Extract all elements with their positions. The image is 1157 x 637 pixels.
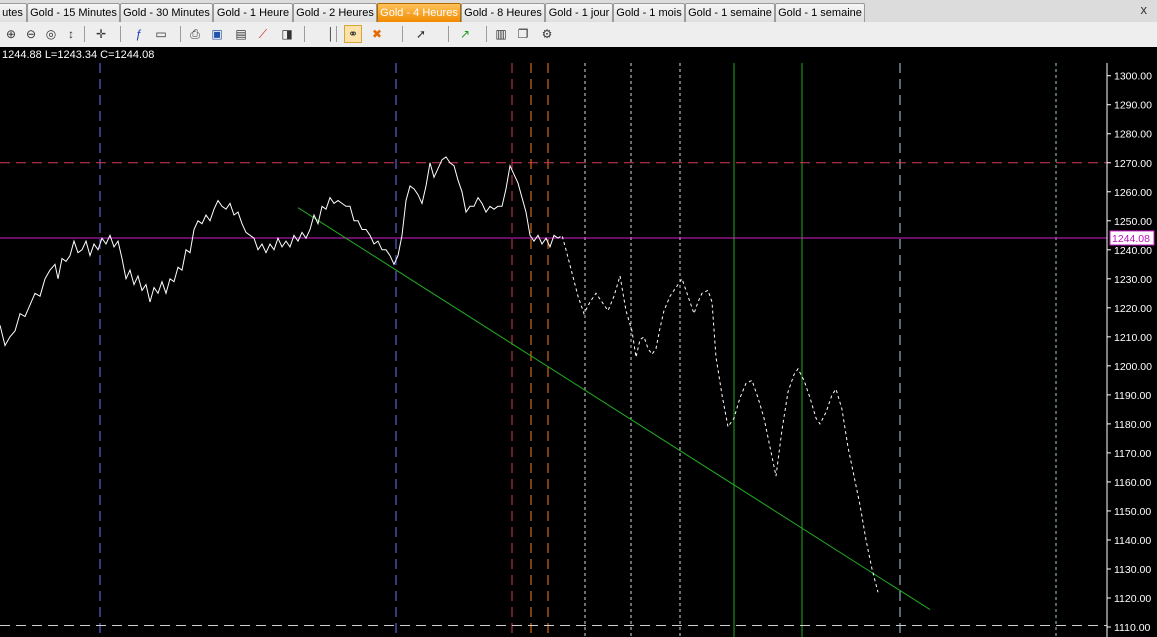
copy-icon[interactable]: ❐ (514, 25, 532, 43)
toolbar-separator (304, 26, 305, 42)
tab-gold-2-heures[interactable]: Gold - 2 Heures (293, 3, 377, 22)
toolbar-separator (120, 26, 121, 42)
document-icon[interactable]: ▤ (232, 25, 250, 43)
y-tick-label: 1160.00 (1114, 477, 1151, 489)
save-template-icon[interactable]: ◨ (278, 25, 296, 43)
y-tick-label: 1150.00 (1114, 506, 1151, 518)
y-tick-label: 1260.00 (1114, 187, 1152, 199)
function-icon[interactable]: ƒ (130, 25, 148, 43)
tab-gold-1-semaine[interactable]: Gold - 1 semaine (685, 3, 775, 22)
y-tick-label: 1110.00 (1114, 622, 1151, 634)
cross-icon[interactable]: ✖ (368, 25, 386, 43)
chart-tab-bar: utes Gold - 15 Minutes Gold - 30 Minutes Go… (0, 0, 1157, 23)
trendline (297, 207, 931, 611)
crosshair-icon[interactable]: ✛ (92, 25, 110, 43)
toolbar-separator (84, 26, 85, 42)
y-tick-label: 1280.00 (1114, 129, 1152, 141)
ohlc-readout: 1244.88 L=1243.34 C=1244.08 (0, 47, 1157, 63)
indicator-window-icon[interactable]: ▭ (152, 25, 170, 43)
zoom-in-icon[interactable]: ⊕ (2, 25, 20, 43)
toolbar-separator (448, 26, 449, 42)
chart-line-icon[interactable]: ⟋ (254, 25, 272, 43)
y-tick-label: 1180.00 (1114, 419, 1151, 431)
y-tick-label: 1230.00 (1114, 274, 1152, 286)
toolbar-separator (486, 26, 487, 42)
tab-gold-1-jour[interactable]: Gold - 1 jour (545, 3, 613, 22)
save-icon[interactable]: ▣ (208, 25, 226, 43)
last-price-label: 1244.08 (1112, 233, 1150, 245)
link-icon[interactable]: ⚭ (344, 25, 362, 43)
tab-gold-1-mois[interactable]: Gold - 1 mois (613, 3, 685, 22)
cursor-icon[interactable]: ➚ (412, 25, 430, 43)
y-tick-label: 1270.00 (1114, 158, 1152, 170)
vertical-line-icon[interactable]: │ (322, 25, 340, 43)
price-line-historical (0, 156, 559, 347)
tab-utes[interactable]: utes (0, 3, 27, 22)
close-icon[interactable]: x (1141, 2, 1148, 17)
tab-gold-8-heures[interactable]: Gold - 8 Heures (461, 3, 545, 22)
y-tick-label: 1190.00 (1114, 390, 1151, 402)
tab-gold-15-minutes[interactable]: Gold - 15 Minutes (27, 3, 120, 22)
tools-icon[interactable]: ⚙ (538, 25, 556, 43)
scale-icon[interactable]: ↕ (62, 25, 80, 43)
tab-gold-1-semaine[interactable]: Gold - 1 semaine (775, 3, 865, 22)
y-tick-label: 1250.00 (1114, 216, 1152, 228)
chart-toolbar: ⊕ ⊖ ◎ ↕ ✛ ƒ ▭ ⎙ ▣ ▤ ⟋ ◨ │ ⚭ ✖ ➚ ↗ ▥ ❐ ⚙ (0, 22, 1157, 48)
price-line-projected (557, 234, 879, 593)
tab-gold-30-minutes[interactable]: Gold - 30 Minutes (120, 3, 213, 22)
tab-gold-1-heure[interactable]: Gold - 1 Heure (213, 3, 293, 22)
toolbar-separator (402, 26, 403, 42)
y-tick-label: 1170.00 (1114, 448, 1151, 460)
y-tick-label: 1220.00 (1114, 303, 1152, 315)
y-tick-label: 1240.00 (1114, 245, 1152, 257)
y-tick-label: 1290.00 (1114, 100, 1152, 112)
zoom-fit-icon[interactable]: ◎ (42, 25, 60, 43)
y-tick-label: 1200.00 (1114, 361, 1152, 373)
y-tick-label: 1120.00 (1114, 593, 1151, 605)
zoom-out-icon[interactable]: ⊖ (22, 25, 40, 43)
y-tick-label: 1140.00 (1114, 535, 1151, 547)
y-tick-label: 1300.00 (1114, 71, 1152, 83)
trendline-icon[interactable]: ↗ (456, 25, 474, 43)
object-list-icon[interactable]: ▥ (492, 25, 510, 43)
tab-gold-4-heures[interactable]: Gold - 4 Heures (377, 3, 461, 22)
toolbar-separator (180, 26, 181, 42)
print-icon[interactable]: ⎙ (186, 25, 204, 43)
y-tick-label: 1210.00 (1114, 332, 1152, 344)
y-tick-label: 1130.00 (1114, 564, 1151, 576)
price-chart[interactable]: 1110.00 1120.00 1130.00 1140.00 1150.00 1160.… (0, 63, 1157, 637)
